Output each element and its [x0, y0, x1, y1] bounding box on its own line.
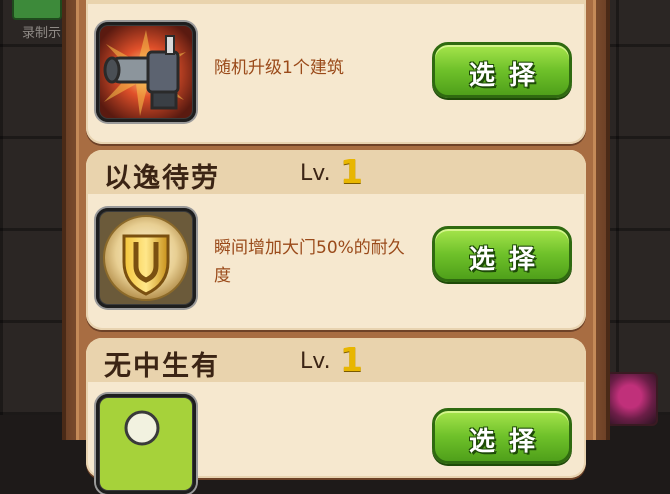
card-body: 随机升级1个建筑 选择	[86, 4, 586, 144]
skill-card: 以逸待劳 Lv. 1 瞬间增加大门50%的耐久度 选择	[86, 150, 586, 330]
cannon-tower-icon	[96, 22, 196, 122]
skill-card: 1 随机升级1个建筑 选择	[86, 0, 586, 144]
select-button[interactable]: 选择	[432, 226, 572, 282]
select-button-label: 选择	[468, 427, 549, 457]
golden-shield-icon	[96, 208, 196, 308]
select-button[interactable]: 选择	[432, 408, 572, 464]
skill-description: 随机升级1个建筑	[214, 58, 344, 78]
background-gem-icon	[602, 372, 658, 426]
card-level-number: 1	[340, 340, 363, 379]
card-level-prefix: Lv.	[300, 349, 331, 374]
skill-description: 瞬间增加大门50%的耐久度	[214, 238, 405, 286]
card-body: 选择	[86, 382, 586, 494]
skill-icon	[96, 394, 196, 494]
select-button-label: 选择	[468, 61, 549, 91]
card-body: 瞬间增加大门50%的耐久度 选择	[86, 194, 586, 330]
background-record-label: 录制示	[22, 26, 62, 41]
background-record-button[interactable]	[12, 0, 62, 20]
skill-title: 以逸待劳	[104, 163, 220, 194]
card-level-prefix: Lv.	[300, 161, 331, 186]
select-button[interactable]: 选择	[432, 42, 572, 98]
skill-card: 无中生有 Lv. 1 选择	[86, 338, 586, 494]
skill-title: 无中生有	[104, 351, 220, 382]
select-button-label: 选择	[468, 245, 549, 275]
card-level-number: 1	[340, 152, 363, 191]
